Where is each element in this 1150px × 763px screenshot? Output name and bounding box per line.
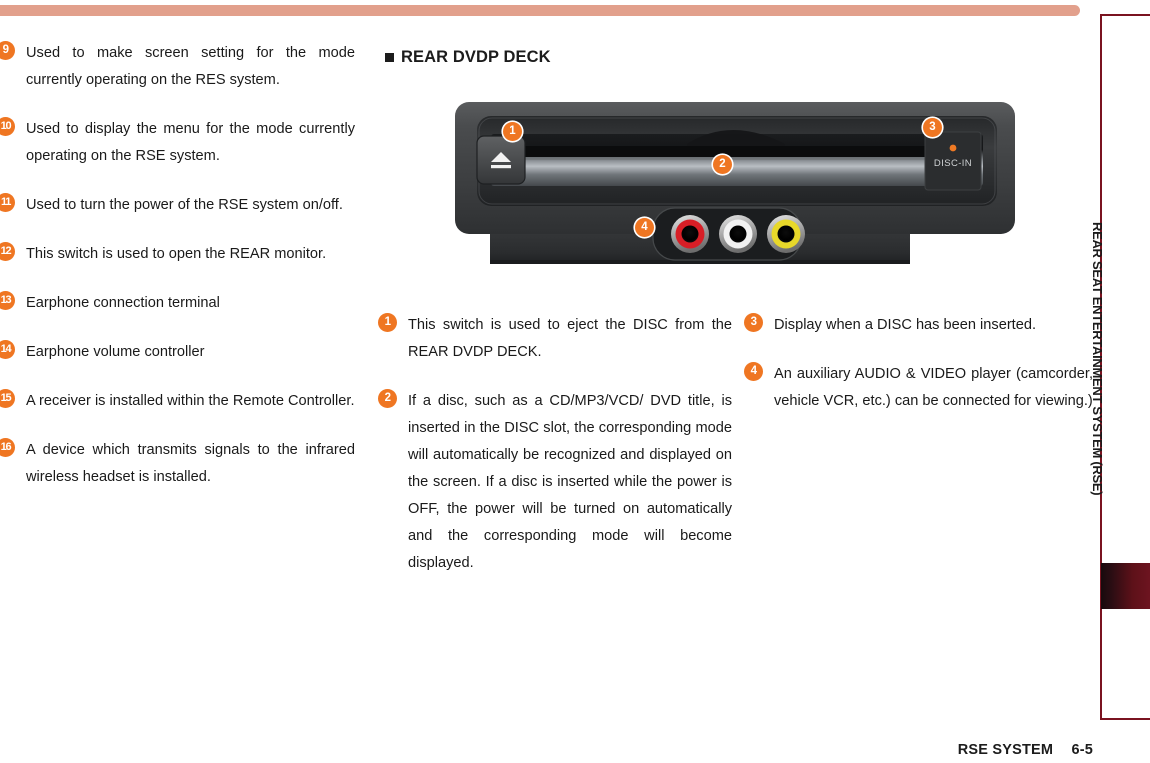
item-text: A receiver is installed within the Remot… (26, 393, 355, 409)
side-strip-label: REAR SEAT ENTERTAINMENT SYSTEM (RSE) (1090, 222, 1105, 496)
item-text: A device which transmits signals to the … (26, 442, 355, 485)
item-number-badge: 14 (0, 340, 15, 359)
item-number-badge: 3 (744, 313, 763, 332)
item-number-badge: 1 (378, 313, 397, 332)
footer: RSE SYSTEM 6-5 (0, 742, 1093, 758)
item-number-badge: 11 (0, 193, 15, 212)
callout-3: 3 (923, 118, 942, 137)
callout-1: 1 (503, 122, 522, 141)
list-item: 12 This switch is used to open the REAR … (0, 241, 355, 268)
disc-in-label: DISC-IN (934, 158, 972, 169)
callout-2: 2 (713, 155, 732, 174)
list-item: 1 This switch is used to eject the DISC … (378, 312, 732, 366)
right-column: 3 Display when a DISC has been inserted.… (744, 312, 1093, 437)
left-column: 9 Used to make screen setting for the mo… (0, 40, 355, 513)
item-text: Used to turn the power of the RSE system… (26, 197, 343, 213)
list-item: 4 An auxiliary AUDIO & VIDEO player (cam… (744, 361, 1093, 415)
callout-4: 4 (635, 218, 654, 237)
item-text: This switch is used to eject the DISC fr… (408, 317, 732, 360)
item-number-badge: 4 (744, 362, 763, 381)
list-item: 15 A receiver is installed within the Re… (0, 388, 355, 415)
item-text: Display when a DISC has been inserted. (774, 317, 1037, 333)
section-heading-block: REAR DVDP DECK (382, 40, 732, 67)
page-number: 6-5 (1071, 742, 1093, 758)
manual-page: 9 Used to make screen setting for the mo… (0, 0, 1150, 763)
item-number-badge: 12 (0, 242, 15, 261)
item-number-badge: 15 (0, 389, 15, 408)
item-text: Earphone volume controller (26, 344, 205, 360)
item-text: This switch is used to open the REAR mon… (26, 246, 327, 262)
list-item: 16 A device which transmits signals to t… (0, 437, 355, 491)
item-number-badge: 13 (0, 291, 15, 310)
item-text: Used to make screen setting for the mode… (26, 45, 355, 88)
section-title: REAR DVDP DECK (401, 48, 551, 66)
square-bullet-icon (385, 53, 394, 62)
chapter-tab (1101, 563, 1150, 609)
item-text: If a disc, such as a CD/MP3/VCD/ DVD tit… (408, 393, 732, 571)
item-number-badge: 2 (378, 389, 397, 408)
disc-slot (499, 146, 975, 157)
item-text: An auxiliary AUDIO & VIDEO player (camco… (774, 366, 1093, 409)
list-item: 14 Earphone volume controller (0, 339, 355, 366)
item-text: Used to display the menu for the mode cu… (26, 121, 355, 164)
rear-dvdp-deck-illustration: DISC-IN 1 2 3 4 (455, 100, 1015, 275)
list-item: 13 Earphone connection terminal (0, 290, 355, 317)
list-item: 9 Used to make screen setting for the mo… (0, 40, 355, 94)
item-number-badge: 9 (0, 41, 15, 60)
side-strip (1100, 14, 1150, 720)
top-accent-rule (0, 5, 1080, 16)
list-item: 3 Display when a DISC has been inserted. (744, 312, 1093, 339)
item-text: Earphone connection terminal (26, 295, 220, 311)
item-number-badge: 10 (0, 117, 15, 136)
section-heading: REAR DVDP DECK (385, 48, 732, 67)
item-number-badge: 16 (0, 438, 15, 457)
mid-column: 1 This switch is used to eject the DISC … (378, 312, 732, 599)
list-item: 11 Used to turn the power of the RSE sys… (0, 192, 355, 219)
footer-section-name: RSE SYSTEM (957, 742, 1054, 758)
list-item: 2 If a disc, such as a CD/MP3/VCD/ DVD t… (378, 388, 732, 577)
disc-in-led (949, 144, 957, 152)
list-item: 10 Used to display the menu for the mode… (0, 116, 355, 170)
